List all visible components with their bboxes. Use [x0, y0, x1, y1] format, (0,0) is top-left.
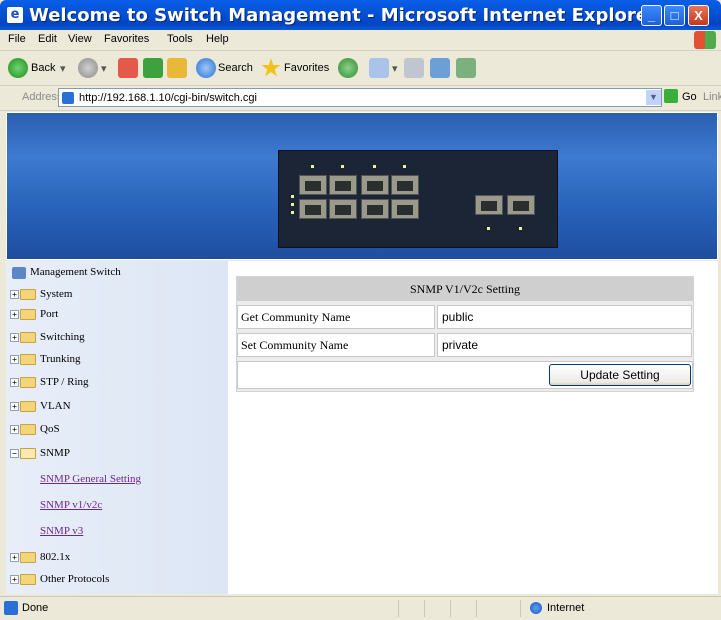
- status-divider: [520, 600, 521, 617]
- collapse-icon[interactable]: −: [10, 449, 19, 458]
- tree-root-label[interactable]: Management Switch: [30, 266, 121, 278]
- address-input[interactable]: http://192.168.1.10/cgi-bin/switch.cgi ▼: [58, 88, 662, 107]
- messenger-icon[interactable]: [456, 58, 476, 78]
- expand-icon[interactable]: +: [10, 575, 19, 584]
- tree-item-label[interactable]: QoS: [40, 423, 60, 435]
- favorites-star-icon[interactable]: [261, 58, 281, 77]
- search-icon[interactable]: [196, 58, 216, 78]
- history-icon[interactable]: [338, 58, 358, 78]
- get-community-input[interactable]: public: [437, 305, 692, 329]
- folder-icon: [20, 574, 36, 585]
- go-button[interactable]: Go: [682, 91, 697, 103]
- forward-arrow-icon[interactable]: [78, 58, 98, 78]
- folder-icon: [20, 309, 36, 320]
- tree-link-label[interactable]: SNMP v1/v2c: [40, 499, 102, 511]
- page-done-icon: [4, 601, 18, 615]
- ie-app-icon: e: [7, 7, 23, 23]
- title-bar[interactable]: e Welcome to Switch Management - Microso…: [0, 0, 721, 30]
- address-dropdown-icon[interactable]: ▼: [646, 90, 661, 105]
- forward-dropdown-icon[interactable]: ▾: [101, 62, 107, 75]
- tree-item-label[interactable]: System: [40, 288, 72, 300]
- mail-icon[interactable]: [369, 58, 389, 78]
- search-label[interactable]: Search: [218, 62, 253, 74]
- menu-edit[interactable]: Edit: [38, 33, 57, 45]
- folder-icon: [20, 401, 36, 412]
- folder-icon: [20, 354, 36, 365]
- page-icon: [62, 92, 74, 104]
- tree-item-label[interactable]: VLAN: [40, 400, 71, 412]
- tree-item-label[interactable]: SNMP: [40, 447, 70, 459]
- back-dropdown-icon[interactable]: ▾: [60, 62, 66, 75]
- expand-icon[interactable]: +: [10, 290, 19, 299]
- folder-icon: [20, 377, 36, 388]
- expand-icon[interactable]: +: [10, 310, 19, 319]
- go-arrow-icon[interactable]: [664, 89, 678, 103]
- tree-item-label[interactable]: 802.1x: [40, 551, 70, 563]
- menu-favorites[interactable]: Favorites: [104, 33, 149, 45]
- back-arrow-icon[interactable]: [8, 58, 28, 78]
- expand-icon[interactable]: +: [10, 553, 19, 562]
- edit-icon[interactable]: [430, 58, 450, 78]
- set-community-label: Set Community Name: [237, 333, 435, 357]
- windows-logo-icon: [694, 31, 716, 49]
- expand-icon[interactable]: +: [10, 333, 19, 342]
- status-text: Done: [22, 602, 49, 614]
- mail-dropdown-icon[interactable]: ▾: [392, 62, 398, 75]
- tree-item-label[interactable]: STP / Ring: [40, 376, 89, 388]
- status-divider: [398, 600, 399, 617]
- get-community-value[interactable]: public: [442, 310, 473, 324]
- menu-view[interactable]: View: [68, 33, 92, 45]
- minimize-button[interactable]: _: [641, 5, 662, 26]
- address-bar: Address http://192.168.1.10/cgi-bin/swit…: [0, 86, 721, 111]
- set-community-input[interactable]: private: [437, 333, 692, 357]
- open-folder-icon: [20, 448, 36, 459]
- tree-link-label[interactable]: SNMP General Setting: [40, 473, 141, 485]
- toolbar: Back ▾ ▾ Search Favorites ▾: [0, 51, 721, 86]
- switch-front-panel-image: [278, 150, 558, 248]
- favorites-label[interactable]: Favorites: [284, 62, 329, 74]
- expand-icon[interactable]: +: [10, 402, 19, 411]
- links-button[interactable]: Links: [703, 91, 721, 103]
- refresh-icon[interactable]: [143, 58, 163, 78]
- folder-icon: [20, 552, 36, 563]
- expand-icon[interactable]: +: [10, 355, 19, 364]
- home-icon[interactable]: [167, 58, 187, 78]
- set-community-value[interactable]: private: [442, 338, 478, 352]
- maximize-button[interactable]: □: [664, 5, 685, 26]
- folder-icon: [20, 289, 36, 300]
- menu-bar: File Edit View Favorites Tools Help: [0, 30, 721, 51]
- menu-tools[interactable]: Tools: [167, 33, 193, 45]
- tree-item-label[interactable]: Port: [40, 308, 58, 320]
- folder-icon: [20, 424, 36, 435]
- tree-item-label[interactable]: Switching: [40, 331, 85, 343]
- expand-icon[interactable]: +: [10, 425, 19, 434]
- security-zone: Internet: [547, 602, 585, 614]
- tree-item-label[interactable]: Trunking: [40, 353, 81, 365]
- computer-icon: [12, 267, 26, 279]
- window-title: Welcome to Switch Management - Microsoft…: [29, 5, 657, 26]
- print-icon[interactable]: [404, 58, 424, 78]
- menu-help[interactable]: Help: [206, 33, 229, 45]
- status-bar: Done Internet: [0, 596, 721, 620]
- navigation-tree: Management Switch + System + Port + Swit…: [6, 261, 228, 594]
- address-label: Address: [22, 91, 63, 103]
- back-label[interactable]: Back: [31, 62, 55, 74]
- get-community-label: Get Community Name: [237, 305, 435, 329]
- tree-item-label[interactable]: Other Protocols: [40, 573, 109, 585]
- status-divider: [424, 600, 425, 617]
- folder-icon: [20, 332, 36, 343]
- menu-file[interactable]: File: [8, 33, 26, 45]
- update-setting-button[interactable]: Update Setting: [549, 364, 691, 386]
- status-divider: [450, 600, 451, 617]
- expand-icon[interactable]: +: [10, 378, 19, 387]
- close-button[interactable]: X: [688, 5, 709, 26]
- address-url[interactable]: http://192.168.1.10/cgi-bin/switch.cgi: [79, 92, 257, 104]
- table-title: SNMP V1/V2c Setting: [237, 277, 693, 301]
- tree-link-label[interactable]: SNMP v3: [40, 525, 83, 537]
- status-divider: [476, 600, 477, 617]
- stop-icon[interactable]: [118, 58, 138, 78]
- internet-globe-icon: [530, 602, 542, 614]
